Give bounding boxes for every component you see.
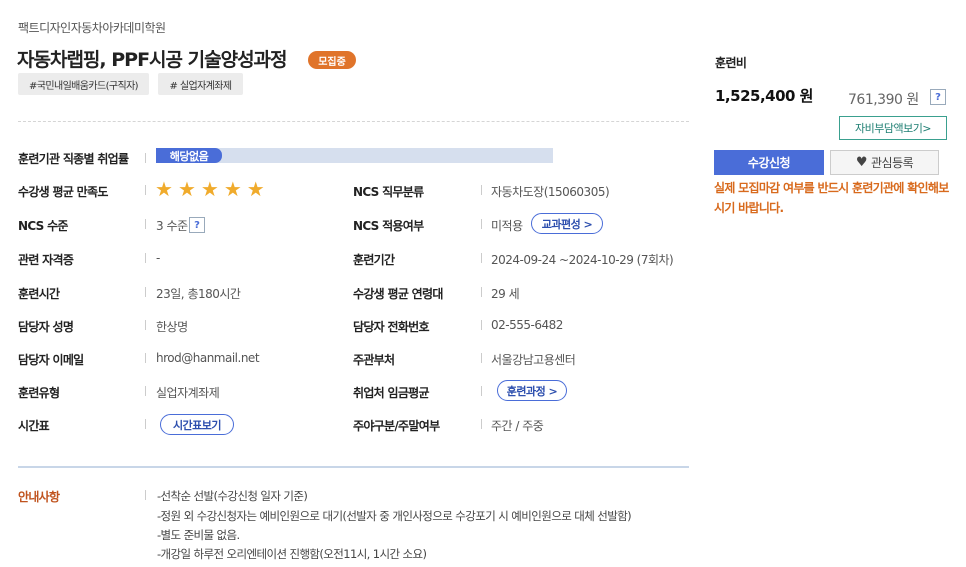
star-icon: ★	[155, 177, 173, 201]
separator	[145, 153, 146, 163]
star-icon: ★	[246, 177, 265, 201]
period-value: 2024-09-24 ~2024-10-29 (7회차)	[491, 253, 674, 267]
email-label: 담당자 이메일	[18, 353, 84, 367]
wage-label: 취업처 임금평균	[353, 386, 430, 400]
period-label: 훈련기간	[353, 253, 395, 267]
ncs-apply-label: NCS 적용여부	[353, 219, 424, 233]
satisfaction-stars: ★ ★ ★ ★ ★	[155, 179, 265, 199]
tag-unemployed-account: # 실업자계좌제	[158, 73, 243, 95]
star-icon: ★	[177, 177, 196, 201]
cert-label: 관련 자격증	[18, 253, 74, 267]
notice-line: -별도 준비물 없음.	[157, 528, 240, 542]
separator	[145, 419, 146, 429]
separator	[145, 253, 146, 263]
type-value: 실업자계좌제	[156, 386, 220, 400]
separator	[481, 287, 482, 297]
phone-label: 담당자 전화번호	[353, 320, 430, 334]
question-icon[interactable]: ?	[189, 217, 205, 233]
divider	[18, 121, 689, 122]
notice-line: -선착순 선발(수강신청 일자 기준)	[157, 489, 308, 503]
separator	[481, 253, 482, 263]
divider	[18, 466, 689, 468]
tag-national-card: #국민내일배움카드(구직자)	[18, 73, 149, 95]
deadline-warning: 실제 모집마감 여부를 반드시 훈련기관에 확인해보시기 바랍니다.	[714, 181, 949, 215]
separator	[145, 185, 146, 195]
separator	[145, 386, 146, 396]
org-label: 주관부처	[353, 353, 395, 367]
type-label: 훈련유형	[18, 386, 60, 400]
timetable-label: 시간표	[18, 419, 50, 433]
price-total: 1,525,400 원	[715, 87, 813, 105]
ncs-job-label: NCS 직무분류	[353, 185, 424, 199]
separator	[481, 185, 482, 195]
star-icon: ★	[223, 177, 242, 201]
age-value: 29 세	[491, 287, 520, 301]
heart-icon: ♥	[855, 155, 868, 170]
course-title: 자동차랩핑, PPF시공 기술양성과정	[17, 49, 288, 71]
ncs-apply-value: 미적용	[491, 219, 523, 233]
course-button[interactable]: 훈련과정 >	[497, 380, 567, 401]
day-label: 주야구분/주말여부	[353, 419, 440, 433]
institute-name[interactable]: 팩트디자인자동차아카데미학원	[18, 19, 166, 36]
employment-rate-value: 해당없음	[156, 148, 222, 163]
manager-value: 한상명	[156, 320, 188, 334]
age-label: 수강생 평균 연령대	[353, 287, 443, 301]
notice-label: 안내사항	[18, 490, 60, 504]
email-value: hrod@hanmail.net	[156, 351, 260, 365]
cert-value: -	[156, 251, 160, 265]
manager-label: 담당자 성명	[18, 320, 74, 334]
ncs-job-value: 자동차도장(15060305)	[491, 185, 610, 199]
separator	[145, 287, 146, 297]
separator	[145, 219, 146, 229]
status-badge: 모집중	[308, 51, 356, 69]
apply-button[interactable]: 수강신청	[714, 150, 824, 175]
separator	[481, 353, 482, 363]
fee-label: 훈련비	[715, 56, 747, 70]
satisfaction-label: 수강생 평균 만족도	[18, 185, 108, 199]
separator	[481, 419, 482, 429]
day-value: 주간 / 주중	[491, 419, 544, 433]
notice-line: -개강일 하루전 오리엔테이션 진행함(오전11시, 1시간 소요)	[157, 547, 427, 561]
separator	[481, 320, 482, 330]
separator	[145, 353, 146, 363]
self-burden-button[interactable]: 자비부담액보기>	[839, 116, 947, 140]
hours-label: 훈련시간	[18, 287, 60, 301]
favorite-button[interactable]: ♥ 관심등록	[830, 150, 939, 175]
hours-value: 23일, 총180시간	[156, 287, 241, 301]
phone-value: 02-555-6482	[491, 318, 563, 332]
employment-rate-label: 훈련기관 직종별 취업률	[18, 152, 129, 166]
org-value: 서울강남고용센터	[491, 353, 576, 367]
curriculum-button[interactable]: 교과편성 >	[531, 213, 603, 234]
separator	[481, 386, 482, 396]
separator	[145, 320, 146, 330]
timetable-button[interactable]: 시간표보기	[160, 414, 234, 435]
star-icon: ★	[200, 177, 219, 201]
ncs-level-value: 3 수준	[156, 219, 188, 233]
price-self-burden: 761,390 원	[848, 92, 919, 108]
question-icon[interactable]: ?	[930, 89, 946, 105]
notice-line: -정원 외 수강신청자는 예비인원으로 대기(선발자 중 개인사정으로 수강포기…	[157, 509, 632, 523]
separator	[481, 219, 482, 229]
ncs-level-label: NCS 수준	[18, 219, 68, 233]
favorite-label: 관심등록	[870, 156, 914, 170]
separator	[145, 490, 146, 500]
